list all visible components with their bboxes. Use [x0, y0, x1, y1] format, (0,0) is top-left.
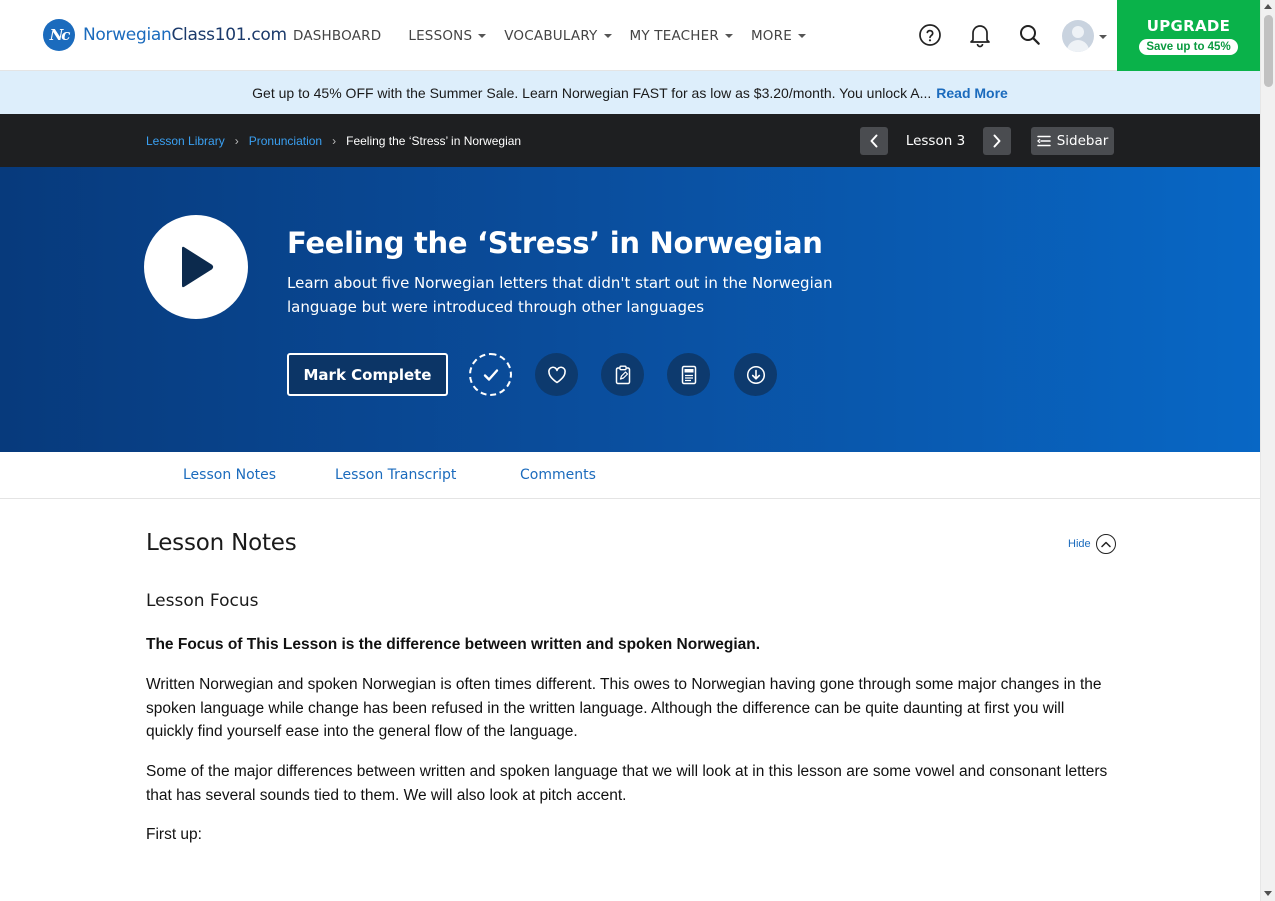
section-title: Lesson Notes — [146, 530, 297, 556]
logo-prefix: Norwegian — [83, 25, 172, 45]
nav-label: DASHBOARD — [293, 27, 382, 44]
caret-down-icon — [478, 33, 487, 38]
site-logo[interactable]: Nc NorwegianClass101.com — [43, 19, 287, 51]
hide-notes-button[interactable]: Hide — [1068, 534, 1116, 554]
help-icon[interactable] — [917, 22, 943, 48]
caret-down-icon — [603, 33, 612, 38]
page-scrollbar[interactable] — [1260, 0, 1275, 901]
chevron-right-icon: › — [332, 133, 337, 148]
sidebar-toggle-button[interactable]: Sidebar — [1031, 127, 1114, 155]
chevron-right-icon: › — [234, 133, 239, 148]
main-nav: DASHBOARD LESSONS VOCABULARY MY TEACHER … — [293, 0, 833, 71]
nav-label: VOCABULARY — [504, 27, 598, 44]
chevron-up-icon — [1095, 534, 1116, 554]
promo-banner: Get up to 45% OFF with the Summer Sale. … — [0, 71, 1260, 114]
scroll-down-arrow-icon[interactable] — [1264, 891, 1272, 896]
previous-lesson-button[interactable] — [860, 127, 888, 155]
avatar-body — [1067, 40, 1089, 52]
heart-icon — [547, 366, 566, 383]
scrollbar-thumb[interactable] — [1264, 15, 1273, 87]
upgrade-savings-badge: Save up to 45% — [1139, 38, 1238, 55]
clipboard-icon — [615, 365, 630, 384]
logo-mark: Nc — [43, 19, 75, 51]
lesson-number: Lesson 3 — [905, 133, 966, 149]
read-more-link[interactable]: Read More — [936, 85, 1008, 101]
nav-dashboard[interactable]: DASHBOARD — [293, 28, 381, 44]
caret-down-icon — [797, 33, 806, 38]
avatar[interactable] — [1062, 20, 1094, 52]
hide-label: Hide — [1068, 538, 1091, 550]
notes-paragraph: Some of the major differences between wr… — [146, 763, 1108, 804]
search-icon[interactable] — [1017, 22, 1043, 48]
notes-button[interactable] — [601, 353, 644, 396]
upgrade-title: UPGRADE — [1146, 16, 1231, 35]
nav-label: MORE — [750, 27, 792, 44]
tab-lesson-notes[interactable]: Lesson Notes — [183, 452, 276, 498]
lesson-tabs: Lesson Notes Lesson Transcript Comments — [0, 452, 1260, 499]
upgrade-button[interactable]: UPGRADE Save up to 45% — [1117, 0, 1260, 71]
nav-label: MY TEACHER — [629, 27, 719, 44]
sidebar-menu-icon — [1036, 135, 1051, 147]
play-button[interactable] — [144, 215, 248, 319]
download-icon — [746, 365, 765, 384]
sidebar-label: Sidebar — [1056, 133, 1109, 149]
play-icon — [182, 246, 214, 288]
nav-more[interactable]: MORE — [751, 28, 806, 44]
lesson-title: Feeling the ‘Stress’ in Norwegian — [287, 226, 823, 260]
mark-complete-button[interactable]: Mark Complete — [287, 353, 448, 396]
scroll-up-arrow-icon[interactable] — [1264, 4, 1272, 9]
breadcrumb-lesson-library[interactable]: Lesson Library — [146, 134, 225, 148]
download-button[interactable] — [734, 353, 777, 396]
notes-paragraph: First up: — [146, 826, 202, 843]
top-header: Nc NorwegianClass101.com DASHBOARD LESSO… — [0, 0, 1260, 71]
chevron-left-icon — [870, 134, 878, 148]
next-lesson-button[interactable] — [983, 127, 1011, 155]
lesson-focus-heading: Lesson Focus — [146, 591, 259, 611]
favorite-button[interactable] — [535, 353, 578, 396]
pdf-icon — [681, 365, 696, 384]
notes-paragraph: Written Norwegian and spoken Norwegian i… — [146, 676, 1102, 740]
caret-down-icon — [724, 33, 733, 38]
caret-down-icon[interactable] — [1099, 35, 1107, 39]
tab-lesson-transcript[interactable]: Lesson Transcript — [335, 452, 456, 498]
tab-comments[interactable]: Comments — [520, 452, 596, 498]
chevron-right-icon — [993, 134, 1001, 148]
pdf-button[interactable] — [667, 353, 710, 396]
check-icon — [483, 368, 498, 381]
nav-lessons[interactable]: LESSONS — [408, 27, 487, 44]
bell-icon[interactable] — [967, 22, 993, 48]
lesson-description: Learn about five Norwegian letters that … — [287, 274, 833, 316]
avatar-head — [1072, 26, 1084, 38]
complete-check-button[interactable] — [469, 353, 512, 396]
nav-label: LESSONS — [408, 27, 473, 44]
logo-text: NorwegianClass101.com — [83, 25, 287, 45]
logo-suffix: Class101.com — [171, 25, 287, 45]
nav-vocabulary[interactable]: VOCABULARY — [504, 27, 612, 44]
promo-text: Get up to 45% OFF with the Summer Sale. … — [252, 84, 932, 101]
lesson-focus-statement: The Focus of This Lesson is the differen… — [146, 636, 761, 653]
breadcrumb-current: Feeling the ‘Stress’ in Norwegian — [346, 133, 522, 148]
breadcrumb-pronunciation[interactable]: Pronunciation — [249, 134, 322, 148]
nav-my-teacher[interactable]: MY TEACHER — [630, 28, 733, 44]
breadcrumb: Lesson Library › Pronunciation › Feeling… — [146, 114, 521, 167]
